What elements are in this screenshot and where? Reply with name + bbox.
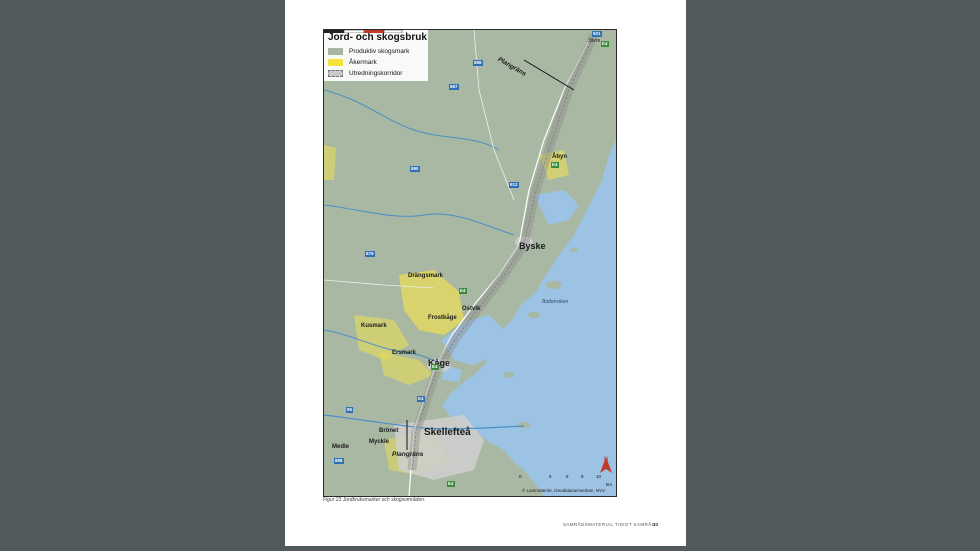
map-legend: Jord- och skogsbruk Produktiv skogsmark … xyxy=(324,30,428,81)
legend-title: Jord- och skogsbruk xyxy=(328,32,427,43)
legend-item-corridor: Utredningskorridor xyxy=(328,69,402,78)
place-abyn: Åbyn xyxy=(552,154,567,160)
place-ostvik: Ostvik xyxy=(462,306,481,312)
scale-tick: 8 xyxy=(581,474,584,479)
document-page: Jord- och skogsbruk Produktiv skogsmark … xyxy=(285,0,686,546)
road-shield: 912 xyxy=(509,182,519,188)
road-shield: 879 xyxy=(365,251,375,257)
place-frostkage: Frostkåge xyxy=(428,315,457,321)
road-shield: 501 xyxy=(592,31,602,37)
scale-tick: 5 xyxy=(549,474,552,479)
road-shield: E4 xyxy=(601,41,609,47)
place-skelleftea: Skellefteå xyxy=(424,427,471,438)
road-shield: E4 xyxy=(551,162,559,168)
road-shield: E4 xyxy=(459,288,467,294)
legend-item-label: Åkermark xyxy=(349,59,377,66)
page-number: 33 xyxy=(653,522,659,527)
scale-unit: km xyxy=(606,482,612,487)
legend-item-label: Utredningskorridor xyxy=(349,70,403,77)
farmland-swatch xyxy=(328,58,343,66)
page-footer: SAMRÅDSMATERIAL TIDIGT SAMRÅD xyxy=(563,522,656,527)
place-byske: Byske xyxy=(519,241,546,251)
road-shield: 888 xyxy=(334,458,344,464)
road-shield: 887 xyxy=(449,84,459,90)
road-shield: 890 xyxy=(410,166,420,172)
map-figure: Jord- och skogsbruk Produktiv skogsmark … xyxy=(323,29,617,497)
place-ersmark: Ersmark xyxy=(392,350,417,356)
north-arrow-icon: N xyxy=(600,457,612,473)
scale-tick: 0 xyxy=(519,474,522,479)
plangrans-label-south: Plangräns xyxy=(392,451,424,458)
map-attribution: © Lantmäteriet, Geodatasamverkan, NVV xyxy=(522,488,606,493)
scale-tick: 10 xyxy=(596,474,602,479)
corridor-swatch xyxy=(328,69,343,77)
road-shield: 888 xyxy=(473,60,483,66)
scale-tick: 6 xyxy=(566,474,569,479)
figure-caption: Figur 23 Jordbruksmarker och skogsområde… xyxy=(323,497,426,503)
legend-item-label: Produktiv skogsmark xyxy=(349,48,410,55)
place-bronet: Brönet xyxy=(379,428,399,434)
legend-item-forest: Produktiv skogsmark xyxy=(328,47,409,56)
forest-swatch xyxy=(328,47,343,55)
road-shield: 95 xyxy=(346,407,354,413)
place-myckle: Myckle xyxy=(369,439,390,445)
place-javre: Jävre xyxy=(588,38,601,44)
water-label-bottenviken: Bottenviken xyxy=(542,299,569,305)
place-drangsmark: Drängsmark xyxy=(408,273,444,279)
road-shield: E4 xyxy=(447,481,455,487)
road-shield: E4 xyxy=(431,364,439,370)
road-shield: E4 xyxy=(417,396,425,402)
legend-item-farmland: Åkermark xyxy=(328,58,377,67)
scale-bar xyxy=(324,30,403,33)
place-medle: Medle xyxy=(332,444,350,450)
place-kusmark: Kusmark xyxy=(361,323,387,329)
